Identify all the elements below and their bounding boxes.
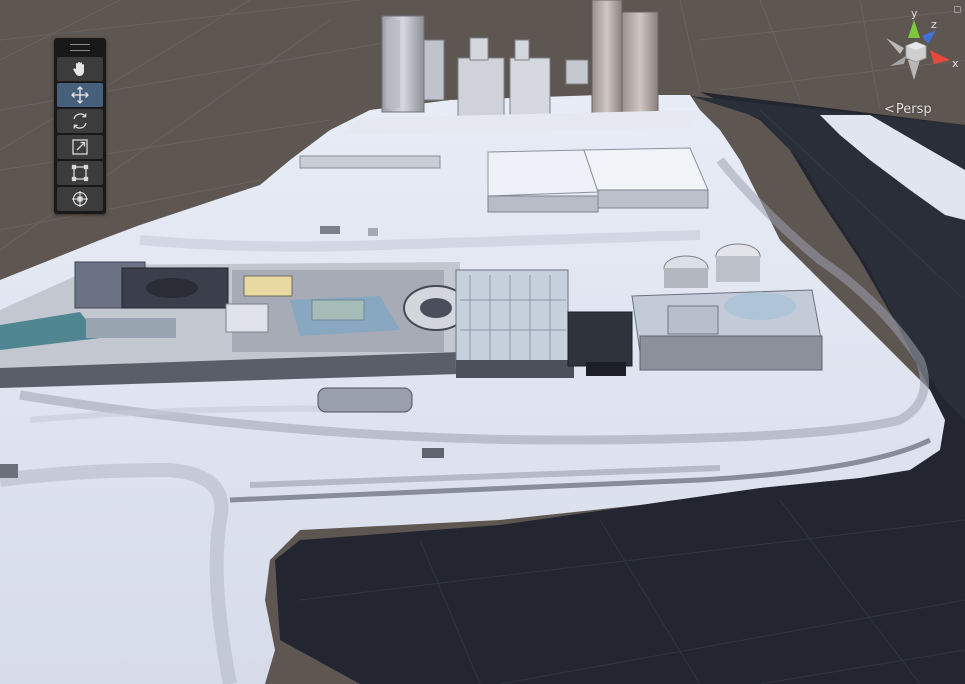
transform-icon — [70, 189, 90, 209]
gizmo-neg-y-cone — [908, 60, 920, 80]
gizmo-z-cone — [922, 30, 936, 44]
scene-tools-panel — [54, 38, 106, 214]
gizmo-y-label: y — [911, 8, 918, 20]
gizmo-z-label: z — [931, 18, 937, 31]
scale-tool-button[interactable] — [57, 135, 103, 159]
scale-icon — [70, 137, 90, 157]
rect-transform-tool-button[interactable] — [57, 161, 103, 185]
orientation-gizmo[interactable]: y z x — [878, 7, 962, 96]
rotate-tool-button[interactable] — [57, 109, 103, 133]
scene-options-handle[interactable] — [954, 6, 961, 13]
camera-mode-label: Persp — [895, 102, 932, 117]
gizmo-x-label: x — [952, 57, 959, 70]
hand-icon — [71, 60, 89, 78]
camera-mode-toggle[interactable]: <Persp — [884, 102, 932, 117]
hand-tool-button[interactable] — [57, 57, 103, 81]
move-tool-button[interactable] — [57, 83, 103, 107]
scene-viewport[interactable] — [0, 0, 965, 684]
tools-drag-handle[interactable] — [70, 44, 90, 51]
chevron-left-icon: < — [884, 102, 895, 117]
gizmo-x-cone — [930, 50, 950, 64]
gizmo-neg-x-cone — [886, 38, 904, 54]
gizmo-neg-z-cone — [890, 56, 906, 66]
move-icon — [70, 85, 90, 105]
gizmo-y-cone — [908, 20, 920, 38]
rect-transform-icon — [70, 163, 90, 183]
transform-tool-button[interactable] — [57, 187, 103, 211]
scene-view[interactable]: y z x <Persp — [0, 0, 965, 684]
rotate-icon — [70, 111, 90, 131]
